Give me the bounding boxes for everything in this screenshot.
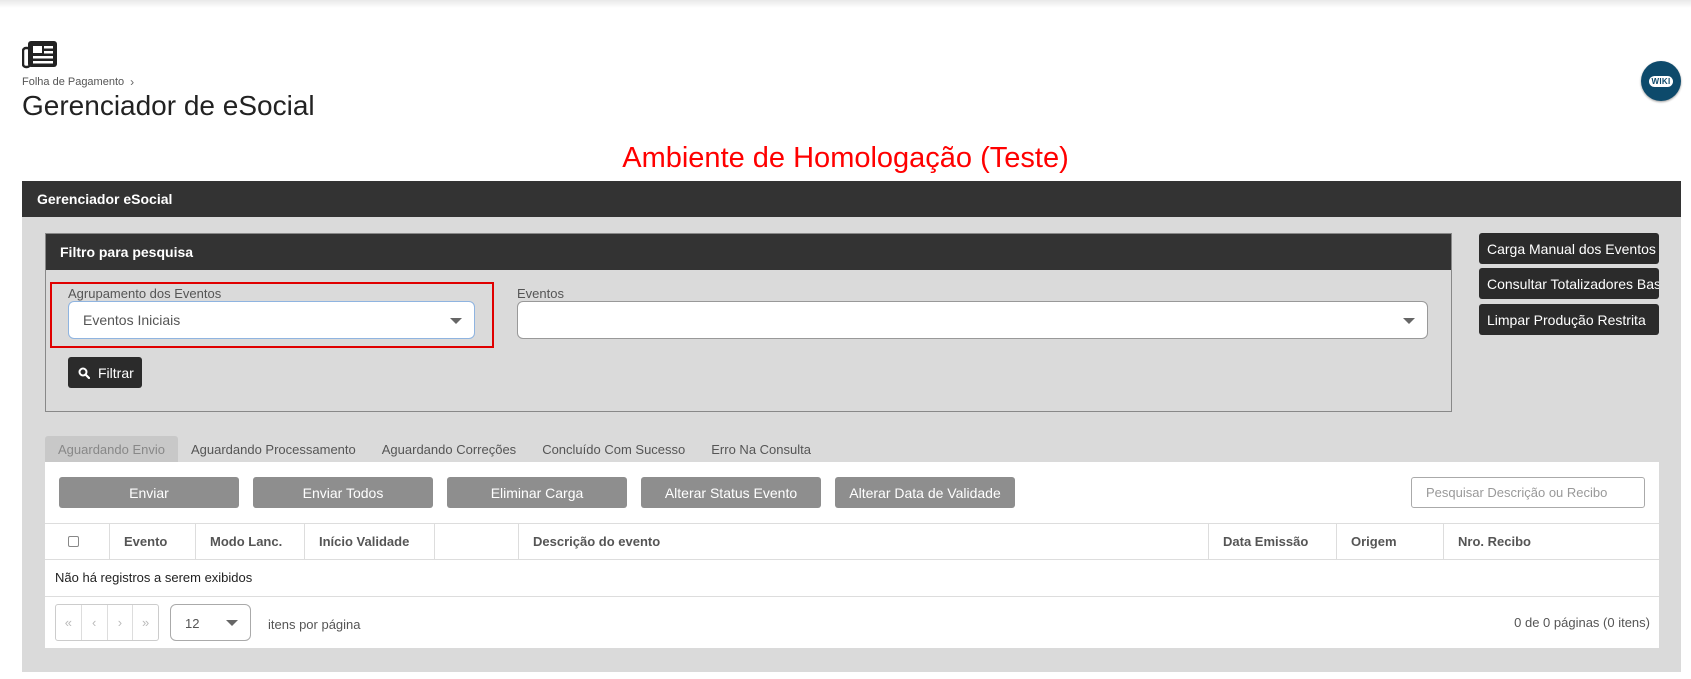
wiki-button[interactable]: WIKI — [1641, 61, 1681, 101]
empty-message: Não há registros a serem exibidos — [45, 560, 1659, 597]
wiki-label: WIKI — [1648, 75, 1674, 87]
column-header-descricao[interactable]: Descrição do evento — [519, 524, 1209, 559]
grouping-select-value: Eventos Iniciais — [83, 312, 181, 328]
change-status-button[interactable]: Alterar Status Evento — [641, 477, 821, 508]
column-header-evento[interactable]: Evento — [110, 524, 196, 559]
grouping-select[interactable]: Eventos Iniciais — [68, 301, 475, 339]
select-all-cell — [45, 524, 110, 559]
tab-aguardando-envio[interactable]: Aguardando Envio — [45, 436, 178, 462]
change-validity-date-button[interactable]: Alterar Data de Validade — [835, 477, 1015, 508]
breadcrumb: Folha de Pagamento › — [22, 75, 134, 89]
clear-restricted-production-button[interactable]: Limpar Produção Restrita — [1479, 304, 1659, 335]
next-page-icon[interactable]: › — [108, 605, 134, 640]
chevron-down-icon — [226, 620, 238, 626]
column-header-data-emissao[interactable]: Data Emissão — [1209, 524, 1337, 559]
breadcrumb-separator: › — [130, 75, 135, 89]
first-page-icon[interactable]: « — [56, 605, 82, 640]
column-header-origem[interactable]: Origem — [1337, 524, 1444, 559]
items-per-page-label: itens por página — [268, 617, 361, 632]
breadcrumb-item-folha[interactable]: Folha de Pagamento — [22, 76, 124, 88]
send-button[interactable]: Enviar — [59, 477, 239, 508]
pagination-controls: « ‹ › » — [55, 604, 159, 641]
last-page-icon[interactable]: » — [133, 605, 158, 640]
prev-page-icon[interactable]: ‹ — [82, 605, 108, 640]
page-size-value: 12 — [185, 616, 200, 631]
tab-concluido-com-sucesso[interactable]: Concluído Com Sucesso — [529, 436, 698, 462]
search-field[interactable] — [1411, 477, 1645, 508]
column-header-blank — [435, 524, 519, 559]
tab-erro-na-consulta[interactable]: Erro Na Consulta — [698, 436, 824, 462]
tab-aguardando-correcoes[interactable]: Aguardando Correções — [369, 436, 529, 462]
filter-button-label: Filtrar — [98, 364, 134, 381]
environment-banner: Ambiente de Homologação (Teste) — [622, 142, 1069, 174]
search-icon — [78, 367, 90, 379]
chevron-down-icon — [450, 318, 462, 324]
column-header-modo-lanc[interactable]: Modo Lanc. — [196, 524, 305, 559]
search-input[interactable] — [1412, 478, 1644, 507]
grouping-label: Agrupamento dos Eventos — [68, 286, 222, 301]
top-shadow — [0, 0, 1691, 8]
pagination-info: 0 de 0 páginas (0 itens) — [1514, 615, 1650, 630]
events-select[interactable] — [517, 301, 1428, 339]
events-label: Eventos — [517, 286, 564, 301]
page-size-select[interactable]: 12 — [170, 604, 251, 641]
consult-totalizers-button[interactable]: Consultar Totalizadores Base — [1479, 268, 1659, 299]
filter-button[interactable]: Filtrar — [68, 357, 142, 388]
column-header-inicio-validade[interactable]: Início Validade — [305, 524, 435, 559]
column-header-nro-recibo[interactable]: Nro. Recibo — [1444, 524, 1659, 559]
status-tabs: Aguardando Envio Aguardando Processament… — [45, 436, 824, 462]
send-all-button[interactable]: Enviar Todos — [253, 477, 433, 508]
chevron-down-icon — [1403, 318, 1415, 324]
select-all-checkbox[interactable] — [68, 536, 79, 547]
delete-load-button[interactable]: Eliminar Carga — [447, 477, 627, 508]
tab-aguardando-processamento[interactable]: Aguardando Processamento — [178, 436, 369, 462]
table-header: Evento Modo Lanc. Início Validade Descri… — [45, 523, 1659, 560]
page-title: Gerenciador de eSocial — [22, 90, 315, 121]
newspaper-icon — [22, 41, 57, 69]
panel-header: Gerenciador eSocial — [22, 181, 1681, 217]
manual-load-button[interactable]: Carga Manual dos Eventos — [1479, 233, 1659, 264]
filter-panel-title: Filtro para pesquisa — [46, 234, 1451, 270]
